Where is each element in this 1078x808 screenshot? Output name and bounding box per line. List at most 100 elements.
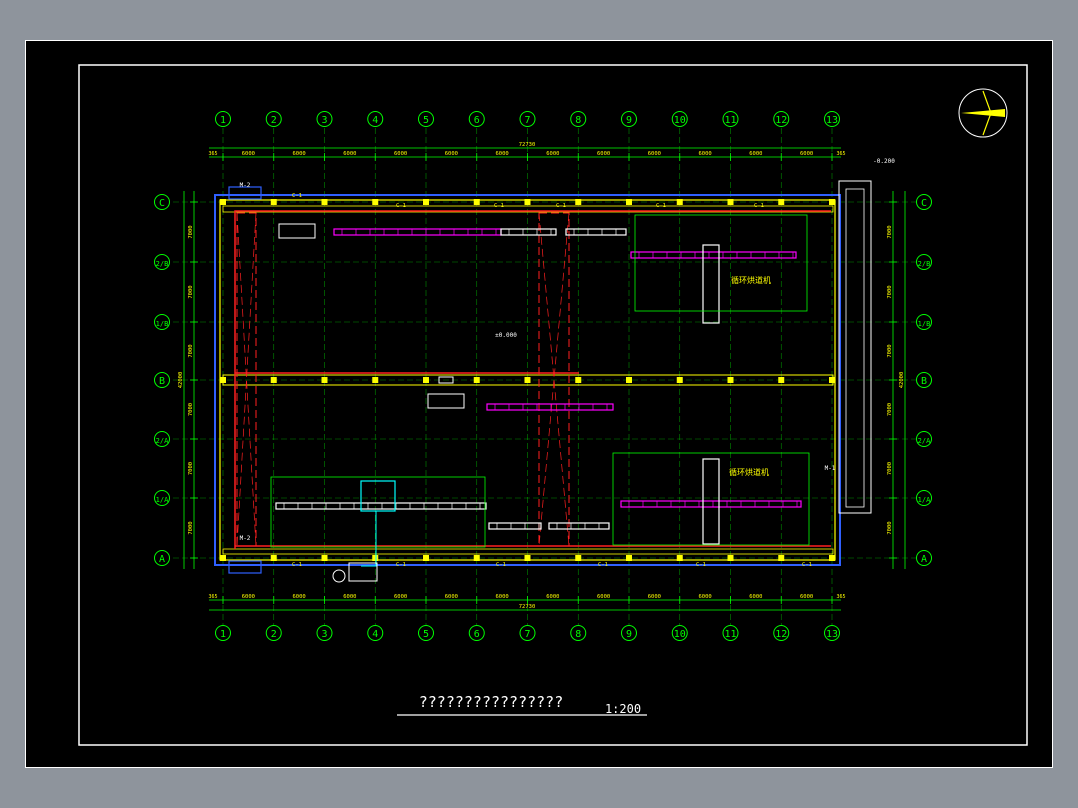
dimension-value-vert: 7000 <box>188 403 194 416</box>
window-label: C-1 <box>494 203 504 209</box>
dimension-value: 6000 <box>546 151 559 157</box>
column <box>676 555 683 561</box>
column <box>626 199 632 205</box>
axis-label-x: 9 <box>626 115 632 126</box>
equipment-layout <box>270 214 810 583</box>
column <box>220 555 226 561</box>
dimension-value: 6000 <box>800 151 813 157</box>
dimension-value-vert: 7000 <box>887 462 893 475</box>
floor-plan-drawing: 1122334455667788991010111112121313C C2/B 2… <box>78 64 1028 746</box>
axis-label-y: C <box>921 198 927 209</box>
axis-label-x: 11 <box>724 115 736 126</box>
axis-label-y: B <box>921 376 927 387</box>
press-frame <box>270 476 486 548</box>
window-label: C-1 <box>556 203 566 209</box>
axis-label-y: A <box>921 554 927 565</box>
dimension-value: 6000 <box>293 594 306 600</box>
bottom-rail <box>222 548 834 555</box>
window-label: C-1 <box>396 562 406 568</box>
dimension-value: 6000 <box>394 594 407 600</box>
axis-label-x: 1 <box>220 629 226 640</box>
axis-label-x: 3 <box>321 115 327 126</box>
dimension-total: 72730 <box>519 604 536 610</box>
transfer-zone-cross <box>236 212 257 547</box>
column <box>829 199 835 205</box>
drawing-labels: M-2 M-2 M-1 C-1 C-1 C-1 C-1 C-1 C-1 C-1 C-1 C-1 C-1 C… <box>240 158 896 716</box>
column <box>372 555 379 561</box>
axis-label-x: 4 <box>372 629 378 640</box>
column <box>321 199 328 205</box>
axis-label-x: 2 <box>271 629 277 640</box>
elevation-outside-label: -0.200 <box>873 158 895 165</box>
dimension-value-vert: 7000 <box>188 521 194 534</box>
dimension-value: 6000 <box>749 594 762 600</box>
dimension-value: 6000 <box>394 151 407 157</box>
door-opening <box>228 560 262 574</box>
window-label: C-1 <box>396 203 406 209</box>
column <box>372 377 379 383</box>
axis-label-y: 2/A <box>156 437 169 445</box>
column <box>473 199 480 205</box>
column <box>473 377 480 383</box>
column <box>220 377 226 383</box>
axis-label-x: 3 <box>321 629 327 640</box>
lower-right-dryer-line <box>620 500 802 508</box>
door-label-top: M-2 <box>240 182 251 189</box>
dimension-value: 6000 <box>445 151 458 157</box>
column <box>321 555 328 561</box>
axis-label-y: C <box>159 198 165 209</box>
axis-label-y: 2/B <box>156 260 169 268</box>
dimension-value: 6000 <box>699 151 712 157</box>
column <box>626 555 632 561</box>
upper-right-dryer-line <box>630 251 797 259</box>
dimension-value: 6000 <box>293 151 306 157</box>
window-label: C-1 <box>292 193 302 199</box>
column <box>575 555 582 561</box>
axis-label-x: 5 <box>423 629 429 640</box>
pump-motor <box>332 569 346 583</box>
column <box>524 555 531 561</box>
dimension-value: 6000 <box>445 594 458 600</box>
column <box>270 199 277 205</box>
annex-outer <box>838 180 872 514</box>
window-label: C-1 <box>598 562 608 568</box>
axis-label-x: 2 <box>271 115 277 126</box>
column <box>220 199 226 205</box>
axis-label-y: 2/A <box>918 437 931 445</box>
column <box>524 199 531 205</box>
transfer-zone-cross <box>538 212 570 547</box>
axis-label-x: 6 <box>474 629 480 640</box>
column <box>727 377 734 383</box>
axis-label-x: 6 <box>474 115 480 126</box>
cabinet-box <box>278 223 316 239</box>
axis-label-x: 11 <box>724 629 736 640</box>
dimension-end-left: 365 <box>208 594 217 600</box>
axis-label-x: 8 <box>575 629 581 640</box>
dimension-value-vert: 7000 <box>887 285 893 298</box>
column <box>778 199 785 205</box>
axis-label-x: 13 <box>826 115 838 126</box>
axis-label-x: 10 <box>674 115 686 126</box>
axis-grid: 1122334455667788991010111112121313C C2/B 2… <box>154 111 932 641</box>
dryer-frame-bottom <box>612 452 810 546</box>
axis-label-x: 13 <box>826 629 838 640</box>
drawing-scale: 1:200 <box>605 702 641 716</box>
middle-conveyor-section <box>486 403 614 411</box>
elevation-floor-label: ±0.000 <box>495 332 517 339</box>
dimension-value-vert: 7000 <box>887 521 893 534</box>
column <box>829 555 835 561</box>
dimension-value: 6000 <box>699 594 712 600</box>
inner-border <box>78 64 1028 746</box>
column <box>473 555 480 561</box>
column <box>626 377 632 383</box>
dimension-value-vert: 7000 <box>188 462 194 475</box>
drawing-sheet: 1 1 2 2 3 3 4 4 5 5 6 6 7 7 8 8 9 9 10 10 11 11 12 12 13 13 C C 2/B 2… <box>25 40 1053 768</box>
dimension-value: 6000 <box>597 594 610 600</box>
dimension-value: 6000 <box>648 151 661 157</box>
north-arrow-icon <box>961 109 1005 117</box>
axis-label-y: 1/A <box>156 496 169 504</box>
axis-label-y: 1/A <box>918 496 931 504</box>
column <box>575 199 582 205</box>
lower-conveyor-white <box>548 522 610 530</box>
dimension-value: 6000 <box>343 594 356 600</box>
